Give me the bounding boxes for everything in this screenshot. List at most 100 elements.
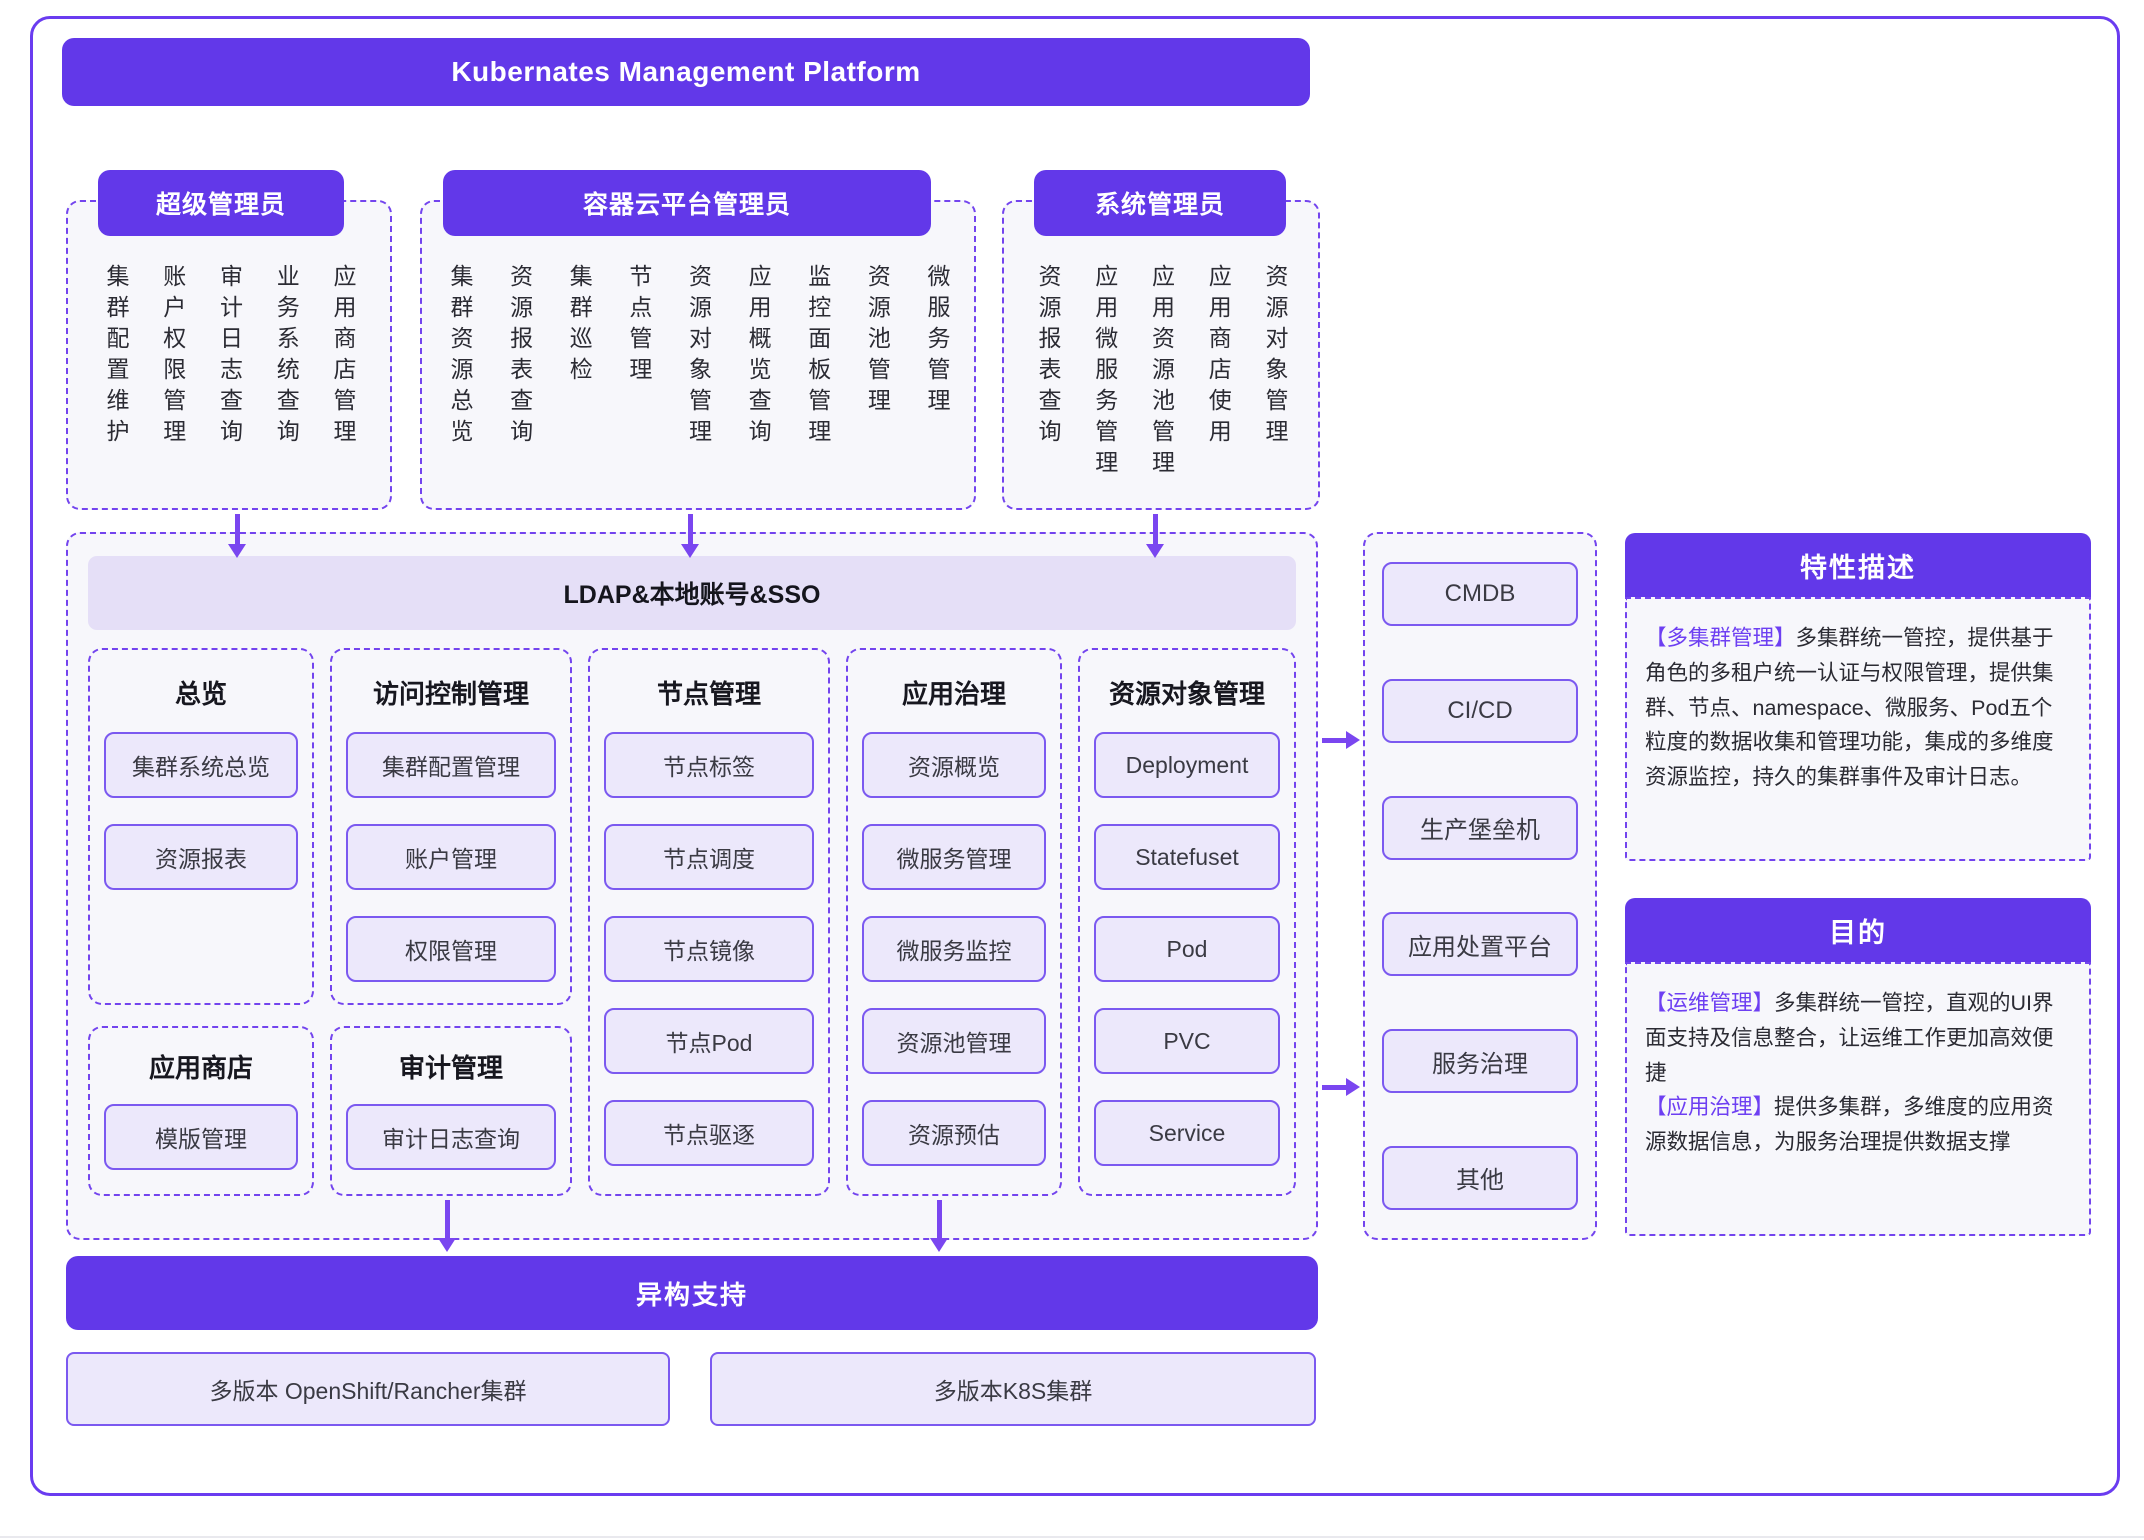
hetero-cluster-item: 多版本K8S集群 (710, 1352, 1316, 1426)
module-item: 资源池管理 (862, 1008, 1046, 1074)
flow-arrow-down (681, 514, 699, 558)
arrow-head-icon (1346, 1078, 1360, 1096)
role-permission-list: 集群资源总览 资源报表查询 集群巡检 节点管理 资源对象管理 应用概览查询 监控面板管理 资源… (422, 264, 974, 498)
module-item: Pod (1094, 916, 1280, 982)
role-permission: 集群巡检 (565, 264, 592, 498)
arrow-head-icon (1346, 731, 1360, 749)
module-column: 总览集群系统总览资源报表 (88, 648, 314, 1005)
arrow-head-icon (228, 544, 246, 558)
purpose-entry-tag: 【运维管理】 (1645, 991, 1774, 1015)
arrow-shaft (1153, 514, 1158, 544)
role-permission-list: 资源报表查询应用微服务管理应用资源池管理应用商店使用资源对象管理 (1004, 264, 1318, 498)
role-permission: 应用概览查询 (744, 264, 771, 498)
role-permission: 资源池管理 (863, 264, 890, 498)
module-column: 应用治理资源概览微服务管理微服务监控资源池管理资源预估 (846, 648, 1062, 1196)
role-permission: 监控面板管理 (804, 264, 831, 498)
flow-arrow-down (228, 514, 246, 558)
role-permission: 应用微服务管理 (1091, 264, 1118, 498)
feature-panel-tag: 【多集群管理】 (1645, 626, 1796, 650)
platform-title: Kubernates Management Platform (451, 56, 920, 88)
arrow-shaft (688, 514, 693, 544)
role-group: 集群配置维护 账户权限管理 审计日志查询 业务系统查询 应用商店管理 (66, 200, 392, 510)
integration-item: 其他 (1382, 1146, 1578, 1210)
module-column: 访问控制管理集群配置管理账户管理权限管理 (330, 648, 572, 1005)
module-item: PVC (1094, 1008, 1280, 1074)
integration-item: CMDB (1382, 562, 1578, 626)
role-permission: 集群资源总览 (446, 264, 473, 498)
module-title: 访问控制管理 (332, 674, 570, 714)
integration-item: 服务治理 (1382, 1029, 1578, 1093)
module-item: 微服务管理 (862, 824, 1046, 890)
arrow-head-icon (930, 1238, 948, 1252)
module-title: 资源对象管理 (1080, 674, 1294, 714)
module-item: 资源报表 (104, 824, 298, 890)
module-column: 节点管理节点标签节点调度节点镜像节点Pod节点驱逐 (588, 648, 830, 1196)
role-group: 集群资源总览 资源报表查询 集群巡检 节点管理 资源对象管理 应用概览查询 监控面板管理 资源… (420, 200, 976, 510)
module-item: 账户管理 (346, 824, 556, 890)
role-permission: 业务系统查询 (272, 264, 299, 498)
flow-arrow-right (1322, 731, 1360, 749)
bottom-divider (0, 1536, 2144, 1538)
purpose-panel-title: 目的 (1625, 898, 2091, 962)
module-title: 应用治理 (848, 674, 1060, 714)
module-item: Statefuset (1094, 824, 1280, 890)
role-permission: 资源对象管理 (1261, 264, 1288, 498)
module-column: 资源对象管理DeploymentStatefusetPodPVCService (1078, 648, 1296, 1196)
arrow-head-icon (681, 544, 699, 558)
role-badge: 超级管理员 (98, 170, 344, 236)
arrow-head-icon (438, 1238, 456, 1252)
flow-arrow-down (1146, 514, 1164, 558)
module-item: 微服务监控 (862, 916, 1046, 982)
hetero-support-banner: 异构支持 (66, 1256, 1318, 1330)
role-permission: 节点管理 (625, 264, 652, 498)
arrow-shaft (235, 514, 240, 544)
feature-panel-text: 多集群统一管控，提供基于角色的多租户统一认证与权限管理，提供集群、节点、name… (1645, 626, 2054, 789)
module-item: 权限管理 (346, 916, 556, 982)
auth-bar: LDAP&本地账号&SSO (88, 556, 1296, 630)
module-item: 节点标签 (604, 732, 814, 798)
integration-item: CI/CD (1382, 679, 1578, 743)
platform-title-banner: Kubernates Management Platform (62, 38, 1310, 106)
module-item: 节点镜像 (604, 916, 814, 982)
module-item: 集群系统总览 (104, 732, 298, 798)
purpose-entry: 【应用治理】提供多集群，多维度的应用资源数据信息，为服务治理提供数据支撑 (1645, 1090, 2071, 1160)
role-badge: 容器云平台管理员 (443, 170, 931, 236)
module-item: 审计日志查询 (346, 1104, 556, 1170)
arrow-head-icon (1146, 544, 1164, 558)
role-permission: 资源对象管理 (685, 264, 712, 498)
architecture-diagram: Kubernates Management Platform LDAP&本地账号… (0, 0, 2144, 1540)
module-item: Deployment (1094, 732, 1280, 798)
module-column-secondary: 应用商店模版管理 (88, 1026, 314, 1196)
role-permission: 集群配置维护 (102, 264, 129, 498)
auth-bar-label: LDAP&本地账号&SSO (564, 575, 821, 611)
role-badge: 系统管理员 (1034, 170, 1286, 236)
role-permission: 应用商店管理 (329, 264, 356, 498)
role-group: 资源报表查询应用微服务管理应用资源池管理应用商店使用资源对象管理 (1002, 200, 1320, 510)
purpose-panel: 目的 【运维管理】多集群统一管控，直观的UI界面支持及信息整合，让运维工作更加高… (1625, 898, 2091, 1236)
feature-panel: 特性描述 【多集群管理】多集群统一管控，提供基于角色的多租户统一认证与权限管理，… (1625, 533, 2091, 861)
purpose-entry: 【运维管理】多集群统一管控，直观的UI界面支持及信息整合，让运维工作更加高效便捷 (1645, 986, 2071, 1090)
role-permission: 资源报表查询 (1034, 264, 1061, 498)
role-permission: 账户权限管理 (159, 264, 186, 498)
module-item: 模版管理 (104, 1104, 298, 1170)
hetero-support-title: 异构支持 (636, 1275, 748, 1312)
feature-panel-title: 特性描述 (1625, 533, 2091, 597)
arrow-shaft (937, 1200, 942, 1238)
flow-arrow-right (1322, 1078, 1360, 1096)
integration-item: 生产堡垒机 (1382, 796, 1578, 860)
role-permission: 资源报表查询 (506, 264, 533, 498)
feature-panel-body: 【多集群管理】多集群统一管控，提供基于角色的多租户统一认证与权限管理，提供集群、… (1625, 597, 2091, 861)
role-permission: 审计日志查询 (216, 264, 243, 498)
role-permission: 微服务管理 (923, 264, 950, 498)
integration-item: 应用处置平台 (1382, 912, 1578, 976)
arrow-shaft (1322, 1085, 1346, 1090)
module-title: 审计管理 (332, 1048, 570, 1088)
arrow-shaft (1322, 738, 1346, 743)
purpose-entry-tag: 【应用治理】 (1645, 1095, 1774, 1119)
role-permission-list: 集群配置维护 账户权限管理 审计日志查询 业务系统查询 应用商店管理 (68, 264, 390, 498)
flow-arrow-down (438, 1200, 456, 1252)
arrow-shaft (445, 1200, 450, 1238)
module-column-secondary: 审计管理审计日志查询 (330, 1026, 572, 1196)
module-title: 总览 (90, 674, 312, 714)
role-permission: 应用商店使用 (1204, 264, 1231, 498)
